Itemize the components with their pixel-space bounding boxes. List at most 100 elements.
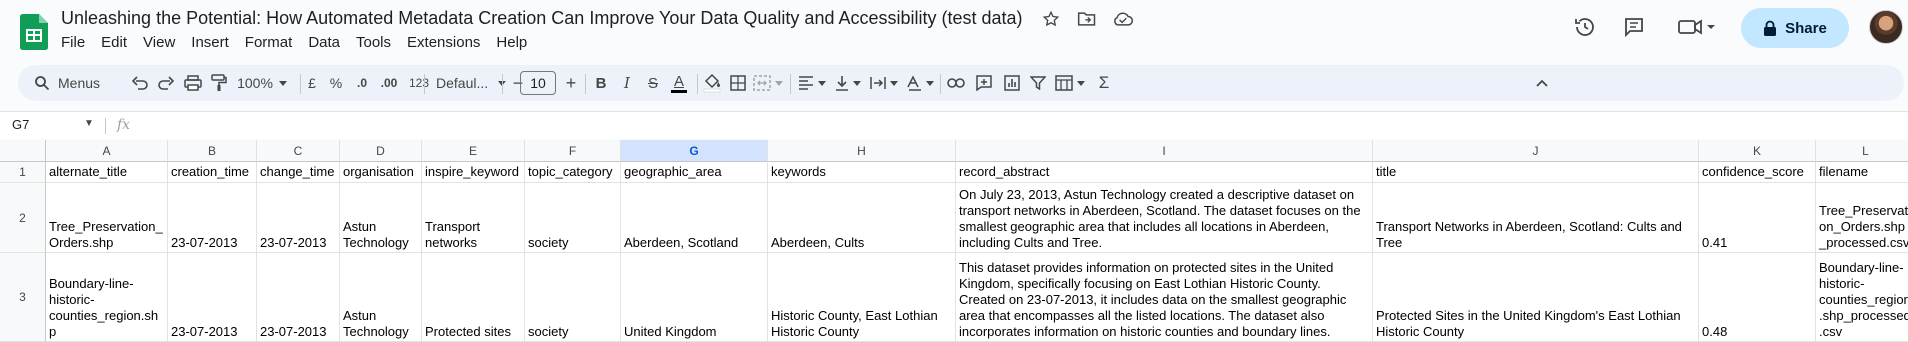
undo-icon[interactable] [130,65,150,101]
currency-button[interactable]: £ [303,65,321,101]
fill-color-icon[interactable] [700,65,724,101]
column-header-a[interactable]: A [46,140,168,162]
comments-icon[interactable] [1621,14,1647,40]
text-rotation-icon[interactable] [904,65,936,101]
column-header-l[interactable]: L [1816,140,1908,162]
cell-h2[interactable]: Aberdeen, Cults [768,183,956,253]
cell-b2[interactable]: 23-07-2013 [168,183,257,253]
cell-c1[interactable]: change_time [257,162,340,183]
cell-b3[interactable]: 23-07-2013 [168,253,257,342]
filter-icon[interactable] [1026,65,1050,101]
italic-button[interactable]: I [616,65,638,101]
cell-g3[interactable]: United Kingdom [621,253,768,342]
cell-a1[interactable]: alternate_title [46,162,168,183]
column-header-j[interactable]: J [1373,140,1699,162]
cell-f1[interactable]: topic_category [525,162,621,183]
name-box[interactable]: G7 [12,117,29,132]
percent-button[interactable]: % [327,65,345,101]
column-header-d[interactable]: D [340,140,422,162]
spreadsheet-grid[interactable]: A B C D E F G H I J K L 1 alternate_title creation_tim… [0,140,1908,342]
cell-f3[interactable]: society [525,253,621,342]
collapse-toolbar-icon[interactable] [1530,65,1554,101]
sheets-logo-icon[interactable] [20,14,48,50]
column-header-f[interactable]: F [525,140,621,162]
menu-insert[interactable]: Insert [191,34,237,51]
chevron-down-icon[interactable]: ▼ [84,118,94,129]
cell-d1[interactable]: organisation [340,162,422,183]
cell-l1[interactable]: filename [1816,162,1908,183]
cell-l3[interactable]: Boundary-line-historic-counties_region.s… [1816,253,1908,342]
bold-button[interactable]: B [590,65,612,101]
font-size-increase-button[interactable]: + [561,65,581,101]
cell-d2[interactable]: Astun Technology [340,183,422,253]
cell-c2[interactable]: 23-07-2013 [257,183,340,253]
share-button[interactable]: Share [1741,8,1849,48]
cell-g2[interactable]: Aberdeen, Scotland [621,183,768,253]
cell-h3[interactable]: Historic County, East Lothian Historic C… [768,253,956,342]
print-icon[interactable] [182,65,204,101]
merge-cells-icon[interactable] [752,65,784,101]
column-header-k[interactable]: K [1699,140,1816,162]
cell-k1[interactable]: confidence_score [1699,162,1816,183]
menu-data[interactable]: Data [308,34,348,51]
menu-edit[interactable]: Edit [101,34,135,51]
move-folder-icon[interactable] [1076,8,1098,30]
cell-k2[interactable]: 0.41 [1699,183,1816,253]
column-header-h[interactable]: H [768,140,956,162]
insert-chart-icon[interactable] [1000,65,1024,101]
cell-j2[interactable]: Transport Networks in Aberdeen, Scotland… [1373,183,1699,253]
column-header-b[interactable]: B [168,140,257,162]
row-header-2[interactable]: 2 [0,183,46,253]
cell-l2[interactable]: Tree_Preservation_Orders.shp_processed.c… [1816,183,1908,253]
cell-a3[interactable]: Boundary-line-historic-counties_region.s… [46,253,168,342]
avatar[interactable] [1869,10,1903,44]
cell-i1[interactable]: record_abstract [956,162,1373,183]
insert-link-icon[interactable] [944,65,968,101]
menu-extensions[interactable]: Extensions [407,34,488,51]
cell-j3[interactable]: Protected Sites in the United Kingdom's … [1373,253,1699,342]
cell-c3[interactable]: 23-07-2013 [257,253,340,342]
cell-k3[interactable]: 0.48 [1699,253,1816,342]
column-header-i[interactable]: I [956,140,1373,162]
cell-a2[interactable]: Tree_Preservation_Orders.shp [46,183,168,253]
menu-view[interactable]: View [143,34,183,51]
cell-g1[interactable]: geographic_area [621,162,768,183]
strikethrough-button[interactable]: S [642,65,664,101]
row-header-3[interactable]: 3 [0,253,46,342]
cell-j1[interactable]: title [1373,162,1699,183]
cell-i2[interactable]: On July 23, 2013, Astun Technology creat… [956,183,1373,253]
cell-e1[interactable]: inspire_keyword [422,162,525,183]
meet-camera-icon[interactable] [1675,14,1719,40]
star-icon[interactable] [1040,8,1062,30]
vertical-align-icon[interactable] [832,65,864,101]
horizontal-align-icon[interactable] [796,65,828,101]
borders-icon[interactable] [726,65,750,101]
row-header-1[interactable]: 1 [0,162,46,183]
filter-views-icon[interactable] [1052,65,1088,101]
cloud-status-icon[interactable] [1112,8,1134,30]
document-title[interactable]: Unleashing the Potential: How Automated … [61,8,1023,29]
functions-icon[interactable]: Σ [1092,65,1116,101]
cell-h1[interactable]: keywords [768,162,956,183]
paint-format-icon[interactable] [208,65,230,101]
menu-format[interactable]: Format [245,34,301,51]
column-header-c[interactable]: C [257,140,340,162]
cell-i3[interactable]: This dataset provides information on pro… [956,253,1373,342]
cell-b1[interactable]: creation_time [168,162,257,183]
column-header-e[interactable]: E [422,140,525,162]
decrease-decimal-button[interactable]: .0 [351,65,373,101]
cell-e2[interactable]: Transport networks [422,183,525,253]
text-wrap-icon[interactable] [868,65,900,101]
cell-e3[interactable]: Protected sites [422,253,525,342]
font-size-input[interactable]: 10 [520,71,556,95]
version-history-icon[interactable] [1572,14,1598,40]
increase-decimal-button[interactable]: .00 [377,65,401,101]
redo-icon[interactable] [156,65,176,101]
select-all-corner[interactable] [0,140,46,162]
column-header-g[interactable]: G [621,140,768,162]
font-family-select[interactable]: Defaul... [428,65,506,101]
cell-f2[interactable]: society [525,183,621,253]
insert-comment-icon[interactable] [972,65,996,101]
menu-tools[interactable]: Tools [356,34,399,51]
zoom-select[interactable]: 100% [234,65,290,101]
